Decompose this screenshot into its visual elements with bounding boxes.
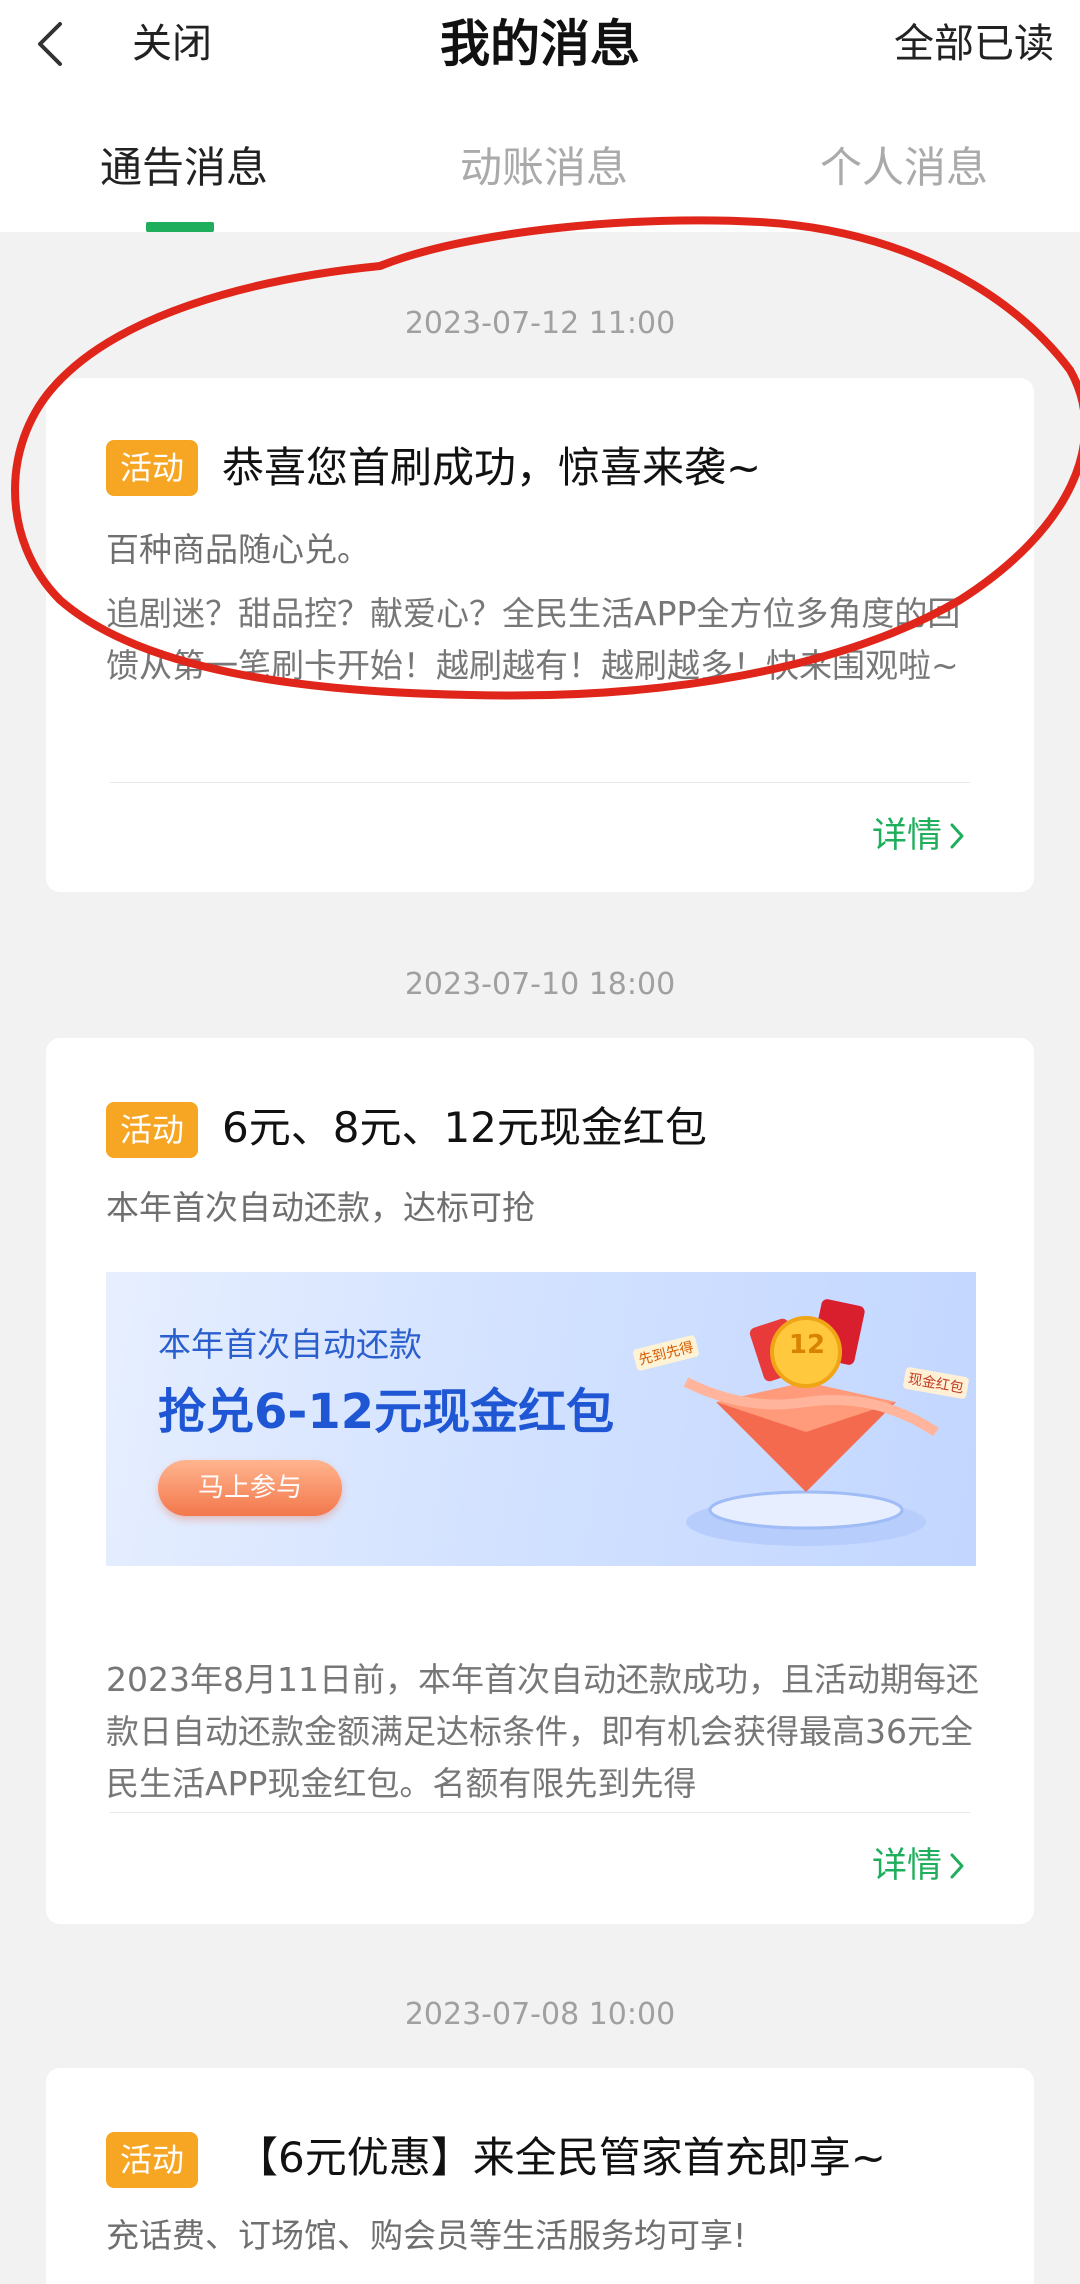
activity-badge: 活动: [106, 440, 198, 496]
active-tab-indicator: [146, 222, 214, 232]
tab-transactions[interactable]: 动账消息: [460, 138, 628, 198]
detail-link[interactable]: 详情: [872, 812, 966, 860]
coin-label: 12: [788, 1330, 826, 1360]
join-now-button[interactable]: 马上参与: [158, 1460, 342, 1516]
detail-link[interactable]: 详情: [872, 1842, 966, 1890]
banner-caption: 本年首次自动还款: [158, 1325, 422, 1364]
message-body: 追剧迷？甜品控？献爱心？全民生活APP全方位多角度的回馈从第一笔刷卡开始！越刷越…: [106, 594, 961, 685]
message-subtitle: 充话费、订场馆、购会员等生活服务均可享!: [106, 2216, 747, 2255]
detail-label: 详情: [871, 1846, 942, 1886]
gift-box-illustration: [683, 1299, 939, 1546]
message-date: 2023-07-12 11:00: [404, 306, 676, 341]
message-body: 2023年8月11日前，本年首次自动还款成功，且活动期每还款日自动还款金额满足达…: [106, 1660, 979, 1803]
message-date: 2023-07-10 18:00: [404, 967, 676, 1002]
card-divider: [110, 782, 970, 783]
message-card[interactable]: 活动 【6元优惠】来全民管家首充即享~ 充话费、订场馆、购会员等生活服务均可享!: [46, 2068, 1034, 2284]
message-subtitle: 本年首次自动还款，达标可抢: [106, 1188, 535, 1227]
chevron-right-icon: [950, 823, 964, 849]
tab-personal[interactable]: 个人消息: [820, 138, 988, 198]
message-date: 2023-07-08 10:00: [404, 1997, 676, 2032]
message-title: 【6元优惠】来全民管家首充即享~: [236, 2133, 886, 2182]
mark-all-read-button[interactable]: 全部已读: [894, 18, 1054, 70]
message-title: 恭喜您首刷成功，惊喜来袭~: [222, 443, 762, 492]
message-card[interactable]: 活动 6元、8元、12元现金红包 本年首次自动还款，达标可抢 本年首次自动还款 …: [46, 1038, 1034, 1924]
tab-announcements[interactable]: 通告消息: [100, 138, 268, 198]
card-divider: [110, 1812, 970, 1813]
message-tabs: 通告消息 动账消息 个人消息: [0, 130, 1080, 232]
banner-headline: 抢兑6-12元现金红包: [158, 1384, 615, 1440]
message-subtitle: 百种商品随心兑。: [106, 530, 370, 569]
header-bar: 关闭 我的消息 全部已读 通告消息 动账消息 个人消息: [0, 0, 1080, 232]
detail-label: 详情: [871, 816, 942, 856]
activity-badge: 活动: [106, 1102, 198, 1158]
chevron-right-icon: [950, 1853, 964, 1879]
message-card[interactable]: 活动 恭喜您首刷成功，惊喜来袭~ 百种商品随心兑。 追剧迷？甜品控？献爱心？全民…: [46, 378, 1034, 892]
activity-badge: 活动: [106, 2132, 198, 2188]
message-title: 6元、8元、12元现金红包: [222, 1103, 707, 1152]
promo-banner[interactable]: 本年首次自动还款 抢兑6-12元现金红包 马上参与 12 先到先得 现金红包: [106, 1272, 976, 1566]
